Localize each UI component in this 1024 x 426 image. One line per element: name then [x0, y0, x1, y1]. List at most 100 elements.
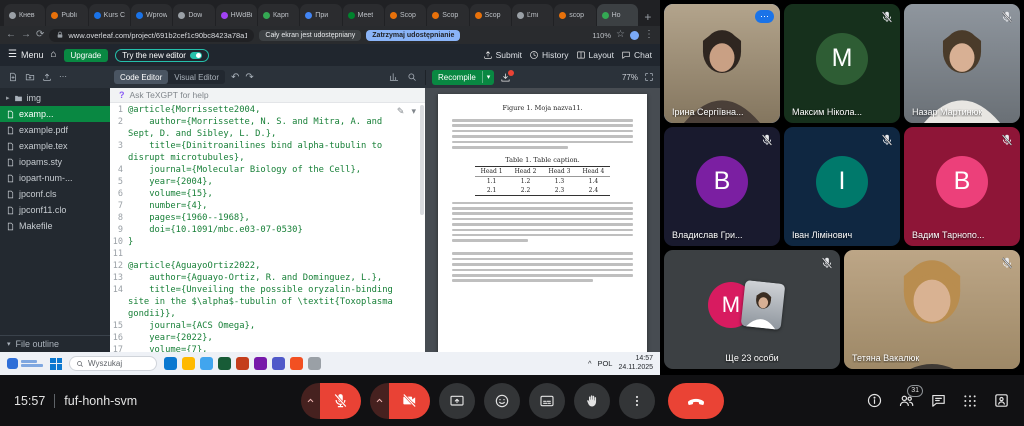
back-icon[interactable]: ← [6, 30, 16, 40]
taskbar-app-icon[interactable] [164, 357, 177, 370]
participant-tile[interactable]: МЩе 23 особи [664, 250, 840, 369]
try-new-editor-button[interactable]: Try the new editor [115, 49, 209, 62]
taskbar-app-icon[interactable] [200, 357, 213, 370]
file-tree-item[interactable]: examp... [0, 106, 110, 122]
pdf-preview-panel[interactable]: Figure 1. Moja nazva11. Table 1. Table c… [425, 88, 660, 352]
taskbar-app-icon[interactable] [308, 357, 321, 370]
code-line[interactable]: 10} [110, 236, 425, 248]
undo-icon[interactable]: ↶ [231, 72, 239, 83]
forward-icon[interactable]: → [21, 30, 31, 40]
chevron-up-icon[interactable] [301, 383, 320, 419]
participant-tile[interactable]: Тетяна Вакалюк [844, 250, 1020, 369]
people-button[interactable]: 31 [898, 392, 915, 409]
browser-tab[interactable]: HWdBiT [216, 4, 257, 26]
search-icon[interactable] [407, 72, 417, 82]
code-line[interactable]: 6 volume={15}, [110, 188, 425, 200]
editor-scrollbar[interactable] [420, 105, 424, 215]
taskbar-app-icon[interactable] [218, 357, 231, 370]
file-tree-item[interactable]: jpconf.cls [0, 186, 110, 202]
browser-tab[interactable]: scop [554, 4, 595, 26]
browser-tab[interactable]: Meet [343, 4, 384, 26]
refresh-icon[interactable]: ⟳ [36, 30, 44, 40]
file-tree-item[interactable]: ▸img [0, 90, 110, 106]
more-horizontal-icon[interactable]: ⋯ [59, 73, 67, 81]
chevron-up-icon[interactable] [370, 383, 389, 419]
layout-button[interactable]: Layout [576, 50, 615, 60]
new-folder-icon[interactable] [25, 72, 35, 82]
camera-off-button[interactable] [389, 383, 430, 419]
file-tree-item[interactable]: jpconf11.clo [0, 202, 110, 218]
taskbar-search[interactable]: Wyszukaj [69, 356, 157, 371]
file-tree-item[interactable]: iopart-num-... [0, 170, 110, 186]
fullscreen-icon[interactable] [644, 72, 654, 82]
browser-menu-icon[interactable]: ⋮ [644, 30, 654, 40]
taskbar-app-icon[interactable] [272, 357, 285, 370]
windows-start-button[interactable] [50, 358, 62, 370]
code-line[interactable]: 13 author={Aguayo-Ortiz, R. and Domingue… [110, 272, 425, 284]
code-line[interactable]: 4 journal={Molecular Biology of the Cell… [110, 164, 425, 176]
upgrade-button[interactable]: Upgrade [64, 49, 109, 62]
submit-button[interactable]: Submit [483, 50, 522, 60]
participant-tile[interactable]: ВВадим Тарнопо... [904, 127, 1020, 246]
taskbar-app-icon[interactable] [236, 357, 249, 370]
recompile-dropdown-icon[interactable]: ▾ [483, 70, 495, 84]
new-file-icon[interactable] [8, 72, 18, 82]
participant-tile[interactable]: ⋯Ірина Сергіївна... [664, 4, 780, 123]
taskbar-app-icon[interactable] [290, 357, 303, 370]
host-controls-button[interactable] [993, 392, 1010, 409]
captions-button[interactable] [529, 383, 565, 419]
participant-tile[interactable]: Назар Мартинюк [904, 4, 1020, 123]
browser-profile-avatar[interactable] [630, 31, 639, 40]
language-indicator[interactable]: POL [597, 359, 612, 368]
taskbar-app-icon[interactable] [182, 357, 195, 370]
browser-tab[interactable]: Scop [427, 4, 468, 26]
code-line[interactable]: 5 year={2004}, [110, 176, 425, 188]
chat-button[interactable]: Chat [621, 50, 652, 60]
recompile-button[interactable]: Recompile ▾ [432, 70, 494, 85]
url-box[interactable]: www.overleaf.com/project/691b2cef1c90bc8… [49, 29, 254, 42]
download-pdf-button[interactable] [500, 72, 511, 83]
visual-editor-tab[interactable]: Visual Editor [168, 70, 225, 84]
file-tree-item[interactable]: Makefile [0, 218, 110, 234]
code-line[interactable]: 3 title={Dinitroanilines bind alpha-tubu… [110, 140, 425, 164]
participant-tile[interactable]: ІІван Лімінович [784, 127, 900, 246]
more-vertical-button[interactable] [619, 383, 655, 419]
code-line[interactable]: 1@article{Morrissette2004, [110, 104, 425, 116]
toggle-switch[interactable] [190, 52, 202, 59]
bookmark-star-icon[interactable]: ☆ [616, 30, 625, 40]
participant-tile[interactable]: ММаксим Нікола... [784, 4, 900, 123]
upload-file-icon[interactable] [42, 72, 52, 82]
code-line[interactable]: 7 number={4}, [110, 200, 425, 212]
browser-tab[interactable]: Карп [258, 4, 299, 26]
info-button[interactable] [866, 392, 883, 409]
browser-tab[interactable]: При [300, 4, 341, 26]
code-line[interactable]: 16 year={2022}, [110, 332, 425, 344]
code-line[interactable]: 9 doi={10.1091/mbc.e03-07-0530} [110, 224, 425, 236]
apps-grid-button[interactable] [962, 393, 978, 409]
taskbar-clock[interactable]: 14:57 24.11.2025 [618, 355, 653, 373]
new-tab-button[interactable]: + [639, 8, 657, 26]
code-line[interactable]: 14 title={Unveiling the possible oryzali… [110, 284, 425, 320]
taskbar-app-icon[interactable] [254, 357, 267, 370]
end-call-button[interactable] [668, 383, 724, 419]
stop-sharing-button[interactable]: Zatrzymaj udostępnianie [366, 30, 460, 41]
menu-button[interactable]: ☰ Menu [8, 50, 43, 60]
history-button[interactable]: History [529, 50, 568, 60]
code-line[interactable]: 15 journal={ACS Omega}, [110, 320, 425, 332]
browser-tab[interactable]: Kurs Cy [89, 4, 130, 26]
mic-off-button[interactable] [320, 383, 361, 419]
browser-tab[interactable]: Ľmi [512, 4, 553, 26]
texgpt-input[interactable]: ? Ask TeXGPT for help [110, 88, 425, 103]
browser-tab[interactable]: Scop [385, 4, 426, 26]
home-icon[interactable]: ⌂ [50, 50, 56, 60]
code-line[interactable]: 2 author={Morrissette, N. S. and Mitra, … [110, 116, 425, 140]
file-outline-toggle[interactable]: ▾ File outline [0, 335, 110, 352]
redo-icon[interactable]: ↷ [245, 72, 253, 83]
code-line[interactable]: 8 pages={1960--1968}, [110, 212, 425, 224]
tile-options-button[interactable]: ⋯ [755, 10, 774, 23]
browser-tab[interactable]: Ho [597, 4, 638, 26]
present-screen-button[interactable] [439, 383, 475, 419]
code-line[interactable]: 12@article{AguayoOrtiz2022, [110, 260, 425, 272]
emoji-button[interactable] [484, 383, 520, 419]
stats-icon[interactable] [389, 72, 399, 82]
